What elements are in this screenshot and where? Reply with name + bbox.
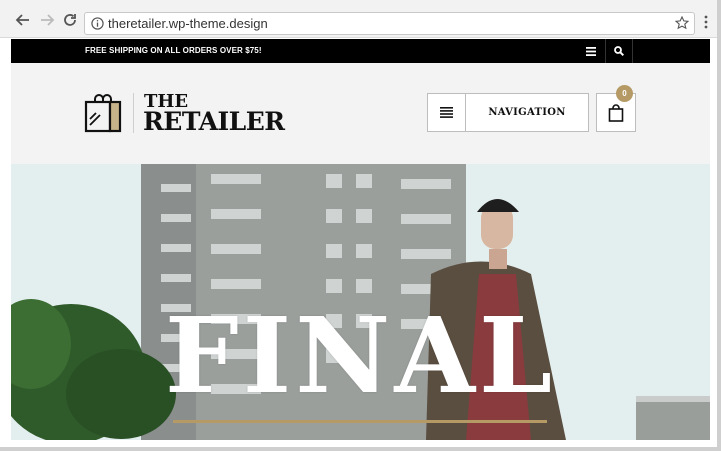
forward-arrow-icon[interactable]: [38, 11, 56, 29]
site-header: THE RETAILER NAVIGATION 0: [11, 63, 710, 164]
navigation-label[interactable]: NAVIGATION: [466, 94, 588, 131]
promo-bar: FREE SHIPPING ON ALL ORDERS OVER $75!: [11, 39, 710, 63]
browser-toolbar: theretailer.wp-theme.design: [0, 0, 717, 38]
back-arrow-icon[interactable]: [14, 11, 32, 29]
cart-bag-icon[interactable]: [608, 103, 624, 122]
url-text[interactable]: theretailer.wp-theme.design: [108, 16, 268, 31]
reload-icon[interactable]: [61, 11, 79, 29]
navigation-button[interactable]: NAVIGATION: [427, 93, 589, 132]
hamburger-icon[interactable]: [577, 39, 605, 63]
menu-dots-icon[interactable]: [703, 14, 709, 30]
hero-underline: [173, 420, 547, 423]
hero-title: FINAL: [164, 294, 557, 417]
cart-count-badge: 0: [616, 85, 633, 102]
logo-text-retailer[interactable]: RETAILER: [143, 107, 285, 136]
browser-window: theretailer.wp-theme.design FREE SHIPPIN…: [0, 0, 721, 451]
hero-banner: FINAL: [11, 164, 710, 440]
navigation-menu-icon[interactable]: [428, 94, 466, 131]
logo-divider: [133, 93, 134, 133]
promo-text: FREE SHIPPING ON ALL ORDERS OVER $75!: [85, 46, 262, 55]
search-icon[interactable]: [605, 39, 633, 63]
address-bar[interactable]: theretailer.wp-theme.design: [84, 12, 695, 35]
info-icon[interactable]: [91, 17, 104, 30]
shopping-bag-logo-icon[interactable]: [84, 93, 122, 133]
star-icon[interactable]: [675, 16, 689, 30]
